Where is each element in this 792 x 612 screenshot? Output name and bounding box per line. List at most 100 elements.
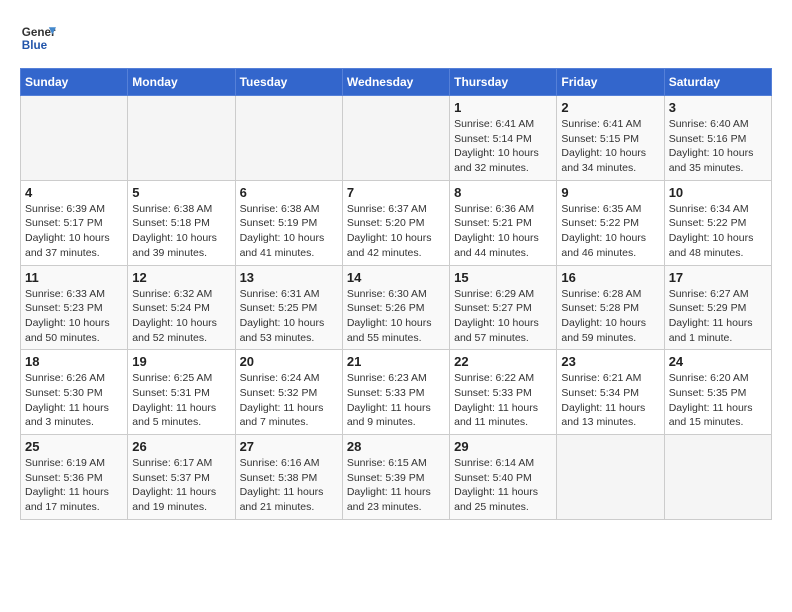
day-info: Sunrise: 6:20 AM Sunset: 5:35 PM Dayligh… (669, 371, 767, 430)
day-info: Sunrise: 6:17 AM Sunset: 5:37 PM Dayligh… (132, 456, 230, 515)
day-number: 13 (240, 270, 338, 285)
day-info: Sunrise: 6:34 AM Sunset: 5:22 PM Dayligh… (669, 202, 767, 261)
calendar-day-cell: 5Sunrise: 6:38 AM Sunset: 5:18 PM Daylig… (128, 180, 235, 265)
day-number: 8 (454, 185, 552, 200)
calendar-day-cell: 8Sunrise: 6:36 AM Sunset: 5:21 PM Daylig… (450, 180, 557, 265)
calendar-day-cell: 6 Sunrise: 6:38 AM Sunset: 5:19 PM Daylig… (235, 180, 342, 265)
day-number: 25 (25, 439, 123, 454)
calendar-day-cell (664, 435, 771, 520)
day-info: Sunrise: 6:29 AM Sunset: 5:27 PM Dayligh… (454, 287, 552, 346)
day-number: 10 (669, 185, 767, 200)
calendar-day-cell: 27 Sunrise: 6:16 AM Sunset: 5:38 PM Dayli… (235, 435, 342, 520)
calendar-day-cell: 4 Sunrise: 6:39 AM Sunset: 5:17 PM Daylig… (21, 180, 128, 265)
day-number: 3 (669, 100, 767, 115)
day-info: Sunrise: 6:22 AM Sunset: 5:33 PM Dayligh… (454, 371, 552, 430)
day-number: 7 (347, 185, 445, 200)
calendar-day-cell: 17 Sunrise: 6:27 AM Sunset: 5:29 PM Dayli… (664, 265, 771, 350)
calendar-day-cell: 13 Sunrise: 6:31 AM Sunset: 5:25 PM Dayli… (235, 265, 342, 350)
calendar-week-row: 18 Sunrise: 6:26 AM Sunset: 5:30 PM Dayli… (21, 350, 772, 435)
day-info: Sunrise: 6:37 AM Sunset: 5:20 PM Dayligh… (347, 202, 445, 261)
day-number: 24 (669, 354, 767, 369)
day-info: Sunrise: 6:24 AM Sunset: 5:32 PM Dayligh… (240, 371, 338, 430)
weekday-header: Tuesday (235, 69, 342, 96)
day-number: 5 (132, 185, 230, 200)
day-info: Sunrise: 6:25 AM Sunset: 5:31 PM Dayligh… (132, 371, 230, 430)
calendar-week-row: 4 Sunrise: 6:39 AM Sunset: 5:17 PM Daylig… (21, 180, 772, 265)
calendar-day-cell (557, 435, 664, 520)
day-number: 29 (454, 439, 552, 454)
logo-icon: General Blue (20, 20, 56, 56)
day-number: 12 (132, 270, 230, 285)
day-number: 14 (347, 270, 445, 285)
calendar-day-cell: 3 Sunrise: 6:40 AM Sunset: 5:16 PM Daylig… (664, 96, 771, 181)
day-info: Sunrise: 6:33 AM Sunset: 5:23 PM Dayligh… (25, 287, 123, 346)
day-number: 4 (25, 185, 123, 200)
day-number: 1 (454, 100, 552, 115)
calendar-day-cell: 22 Sunrise: 6:22 AM Sunset: 5:33 PM Dayli… (450, 350, 557, 435)
day-number: 11 (25, 270, 123, 285)
calendar-table: SundayMondayTuesdayWednesdayThursdayFrid… (20, 68, 772, 520)
calendar-day-cell: 24 Sunrise: 6:20 AM Sunset: 5:35 PM Dayli… (664, 350, 771, 435)
weekday-header: Wednesday (342, 69, 449, 96)
day-number: 28 (347, 439, 445, 454)
calendar-day-cell: 19 Sunrise: 6:25 AM Sunset: 5:31 PM Dayli… (128, 350, 235, 435)
day-number: 18 (25, 354, 123, 369)
day-number: 19 (132, 354, 230, 369)
calendar-day-cell: 16Sunrise: 6:28 AM Sunset: 5:28 PM Dayli… (557, 265, 664, 350)
weekday-header: Saturday (664, 69, 771, 96)
day-number: 20 (240, 354, 338, 369)
logo: General Blue (20, 20, 56, 56)
day-number: 15 (454, 270, 552, 285)
calendar-week-row: 1 Sunrise: 6:41 AM Sunset: 5:14 PM Daylig… (21, 96, 772, 181)
day-info: Sunrise: 6:32 AM Sunset: 5:24 PM Dayligh… (132, 287, 230, 346)
calendar-day-cell (342, 96, 449, 181)
day-info: Sunrise: 6:23 AM Sunset: 5:33 PM Dayligh… (347, 371, 445, 430)
calendar-day-cell: 9 Sunrise: 6:35 AM Sunset: 5:22 PM Daylig… (557, 180, 664, 265)
day-info: Sunrise: 6:40 AM Sunset: 5:16 PM Dayligh… (669, 117, 767, 176)
weekday-header: Thursday (450, 69, 557, 96)
day-info: Sunrise: 6:31 AM Sunset: 5:25 PM Dayligh… (240, 287, 338, 346)
day-number: 21 (347, 354, 445, 369)
day-info: Sunrise: 6:19 AM Sunset: 5:36 PM Dayligh… (25, 456, 123, 515)
calendar-day-cell: 29 Sunrise: 6:14 AM Sunset: 5:40 PM Dayli… (450, 435, 557, 520)
calendar-day-cell: 20 Sunrise: 6:24 AM Sunset: 5:32 PM Dayli… (235, 350, 342, 435)
day-info: Sunrise: 6:28 AM Sunset: 5:28 PM Dayligh… (561, 287, 659, 346)
weekday-header: Friday (557, 69, 664, 96)
day-info: Sunrise: 6:39 AM Sunset: 5:17 PM Dayligh… (25, 202, 123, 261)
weekday-header: Monday (128, 69, 235, 96)
day-number: 26 (132, 439, 230, 454)
day-info: Sunrise: 6:41 AM Sunset: 5:15 PM Dayligh… (561, 117, 659, 176)
calendar-day-cell (235, 96, 342, 181)
day-info: Sunrise: 6:14 AM Sunset: 5:40 PM Dayligh… (454, 456, 552, 515)
day-info: Sunrise: 6:38 AM Sunset: 5:19 PM Dayligh… (240, 202, 338, 261)
calendar-day-cell: 10 Sunrise: 6:34 AM Sunset: 5:22 PM Dayli… (664, 180, 771, 265)
page-header: General Blue (20, 20, 772, 56)
weekday-header: Sunday (21, 69, 128, 96)
day-number: 27 (240, 439, 338, 454)
calendar-day-cell: 25 Sunrise: 6:19 AM Sunset: 5:36 PM Dayli… (21, 435, 128, 520)
day-info: Sunrise: 6:27 AM Sunset: 5:29 PM Dayligh… (669, 287, 767, 346)
day-number: 17 (669, 270, 767, 285)
day-info: Sunrise: 6:41 AM Sunset: 5:14 PM Dayligh… (454, 117, 552, 176)
day-info: Sunrise: 6:16 AM Sunset: 5:38 PM Dayligh… (240, 456, 338, 515)
calendar-day-cell (21, 96, 128, 181)
calendar-day-cell: 26 Sunrise: 6:17 AM Sunset: 5:37 PM Dayli… (128, 435, 235, 520)
day-info: Sunrise: 6:26 AM Sunset: 5:30 PM Dayligh… (25, 371, 123, 430)
day-number: 2 (561, 100, 659, 115)
calendar-day-cell: 2 Sunrise: 6:41 AM Sunset: 5:15 PM Daylig… (557, 96, 664, 181)
calendar-day-cell: 1 Sunrise: 6:41 AM Sunset: 5:14 PM Daylig… (450, 96, 557, 181)
day-number: 22 (454, 354, 552, 369)
day-number: 23 (561, 354, 659, 369)
day-info: Sunrise: 6:35 AM Sunset: 5:22 PM Dayligh… (561, 202, 659, 261)
calendar-day-cell: 18 Sunrise: 6:26 AM Sunset: 5:30 PM Dayli… (21, 350, 128, 435)
calendar-day-cell: 12 Sunrise: 6:32 AM Sunset: 5:24 PM Dayli… (128, 265, 235, 350)
calendar-week-row: 25 Sunrise: 6:19 AM Sunset: 5:36 PM Dayli… (21, 435, 772, 520)
day-number: 9 (561, 185, 659, 200)
calendar-week-row: 11 Sunrise: 6:33 AM Sunset: 5:23 PM Dayli… (21, 265, 772, 350)
day-number: 6 (240, 185, 338, 200)
day-info: Sunrise: 6:21 AM Sunset: 5:34 PM Dayligh… (561, 371, 659, 430)
calendar-day-cell: 28Sunrise: 6:15 AM Sunset: 5:39 PM Dayli… (342, 435, 449, 520)
calendar-day-cell: 7 Sunrise: 6:37 AM Sunset: 5:20 PM Daylig… (342, 180, 449, 265)
calendar-day-cell: 11 Sunrise: 6:33 AM Sunset: 5:23 PM Dayli… (21, 265, 128, 350)
calendar-day-cell: 15 Sunrise: 6:29 AM Sunset: 5:27 PM Dayli… (450, 265, 557, 350)
